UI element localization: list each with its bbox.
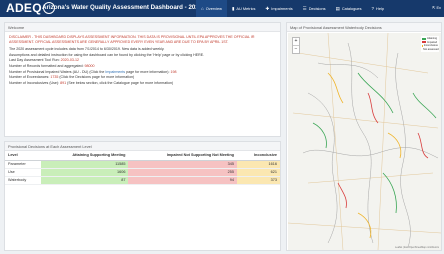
home-icon: ⌂ bbox=[201, 6, 204, 11]
zoom-out-button[interactable]: − bbox=[293, 45, 299, 53]
disclaimer-text: DISCLAIMER - THIS DASHBOARD DISPLAYS ASS… bbox=[9, 35, 255, 44]
nav-external[interactable]: ⇱ Ex bbox=[432, 5, 441, 10]
main-nav: ⌂ Overview ▮ AU Metrics ✚ Impairments ☰ Deci… bbox=[196, 0, 389, 17]
table-header-row: Level Attaining Supporting Meeting Impai… bbox=[5, 151, 280, 161]
nav-au-metrics[interactable]: ▮ AU Metrics bbox=[227, 0, 261, 17]
nav-catalogues[interactable]: ▤ Catalogues bbox=[331, 0, 367, 17]
inconclusive-cell: 373 bbox=[237, 176, 280, 185]
level-cell: Waterbody bbox=[5, 176, 41, 185]
impaired-cell: 94 bbox=[128, 176, 238, 185]
legend-swatch bbox=[422, 44, 423, 47]
table-row: Parameter 11585 345 1616 bbox=[5, 160, 280, 169]
question-icon: ? bbox=[371, 6, 375, 11]
decisions-table-panel: Provisional Decisions at Each Assessment… bbox=[4, 141, 281, 251]
exceed-value: 1735 bbox=[50, 75, 59, 80]
table-row: Waterbody 87 94 373 bbox=[5, 176, 280, 185]
inconclusive-cell: 621 bbox=[237, 168, 280, 177]
nav-decisions[interactable]: ☰ Decisions bbox=[298, 0, 331, 17]
map-canvas bbox=[288, 33, 441, 250]
top-nav-bar: ADEQ Arizona's Water Quality Assessment … bbox=[0, 0, 444, 17]
col-level[interactable]: Level bbox=[5, 151, 41, 161]
nav-overview[interactable]: ⌂ Overview bbox=[196, 0, 227, 17]
map-title: Map of Provisional Assessment Waterbody … bbox=[287, 23, 441, 32]
zoom-controls: + − bbox=[292, 37, 300, 54]
impairments-link[interactable]: Impairments bbox=[105, 70, 125, 74]
records-value: 98000 bbox=[84, 63, 95, 68]
table-title: Provisional Decisions at Each Assessment… bbox=[5, 142, 280, 151]
waterbody-map[interactable]: + − Attaining Impaired Inconclusive Not … bbox=[288, 33, 441, 250]
plus-icon: ✚ bbox=[265, 5, 270, 11]
attaining-cell: 1606 bbox=[40, 168, 129, 177]
attaining-cell: 11585 bbox=[40, 160, 129, 169]
col-impaired[interactable]: Impaired Not Supporting Not Meeting bbox=[128, 151, 238, 161]
inconclusive-value: 891 bbox=[60, 80, 67, 85]
decisions-table: Level Attaining Supporting Meeting Impai… bbox=[5, 151, 280, 185]
last-run-value: 2020-03-12 bbox=[60, 58, 80, 63]
col-attaining[interactable]: Attaining Supporting Meeting bbox=[40, 151, 129, 161]
map-legend: Attaining Impaired Inconclusive Not asse… bbox=[421, 36, 439, 53]
impaired-cell: 255 bbox=[128, 168, 238, 177]
nav-impairments[interactable]: ✚ Impairments bbox=[260, 0, 297, 17]
map-attribution[interactable]: Leaflet | Esri OpenStreetMap contributor… bbox=[395, 246, 439, 249]
impaired-cell: 345 bbox=[128, 160, 238, 169]
legend-item: Not assessed bbox=[423, 47, 439, 51]
logo-text: ADEQ bbox=[6, 1, 42, 15]
welcome-panel: Welcome DISCLAIMER - THIS DASHBOARD DISP… bbox=[4, 22, 281, 137]
map-panel: Map of Provisional Assessment Waterbody … bbox=[286, 22, 442, 251]
legend-swatch bbox=[422, 37, 426, 40]
app-title: Arizona's Water Quality Assessment Dashb… bbox=[42, 4, 221, 11]
attaining-cell: 87 bbox=[40, 176, 129, 185]
impaired-value: 198 bbox=[170, 69, 177, 74]
inconclusive-line: Number of Inconclusives (Use): 891 (See … bbox=[9, 80, 174, 85]
inconclusive-cell: 1616 bbox=[237, 160, 280, 169]
table-row: Use 1606 255 621 bbox=[5, 168, 280, 177]
level-cell: Use bbox=[5, 168, 41, 177]
map-streams-gray bbox=[302, 42, 439, 249]
map-streams-attaining bbox=[312, 72, 437, 214]
nav-help[interactable]: ? Help bbox=[367, 0, 390, 17]
map-streams-impaired bbox=[337, 92, 429, 209]
book-icon: ▤ bbox=[335, 5, 340, 11]
level-cell: Parameter bbox=[5, 160, 41, 169]
zoom-in-button[interactable]: + bbox=[293, 38, 299, 45]
list-icon: ☰ bbox=[302, 5, 307, 11]
welcome-title: Welcome bbox=[5, 23, 280, 32]
col-inconclusive[interactable]: Inconclusive bbox=[237, 151, 280, 161]
bar-chart-icon: ▮ bbox=[231, 5, 235, 11]
